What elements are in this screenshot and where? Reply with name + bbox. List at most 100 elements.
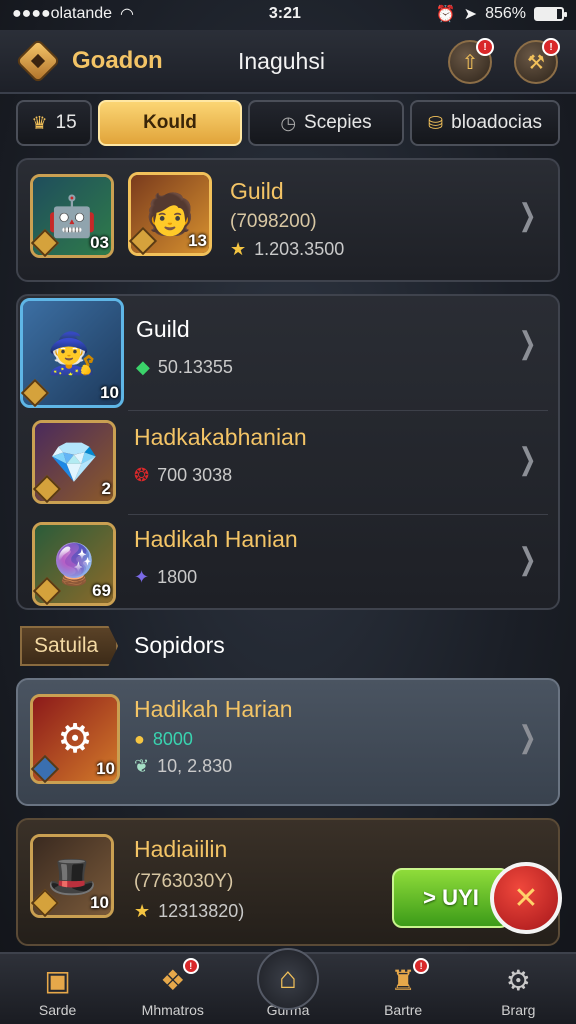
item-value: ✦ 1800	[134, 567, 298, 588]
star-icon: ★	[134, 901, 151, 921]
notification-badge: !	[413, 958, 430, 974]
star-icon: ★	[230, 239, 247, 259]
item-subtitle: (7763030Y)	[134, 871, 234, 892]
status-bar: ●●●●olatande ◠ 3:21 ⏰ ➤ 856%	[0, 0, 576, 28]
tab-bloadocias[interactable]: ⛁ bloadocias	[410, 100, 560, 146]
app-name: Goadon	[72, 47, 163, 74]
nav-item-brarg[interactable]: ⚙ Brarg	[463, 962, 573, 1019]
section-title: Sopidors	[134, 632, 225, 658]
tab-label: bloadocias	[451, 112, 542, 133]
coin-icon: ●	[134, 729, 145, 749]
tab-scepies[interactable]: ◷ Scepies	[248, 100, 404, 146]
nav-item-gurma[interactable]: ⌂ Gurma	[233, 948, 343, 1018]
leaf-icon: ❦	[134, 756, 150, 776]
notification-badge: !	[476, 38, 494, 56]
nav-item-mhmatros[interactable]: ❖! Mhmatros	[118, 958, 228, 1018]
chevron-right-icon[interactable]: ❯	[519, 326, 537, 361]
list-item[interactable]: 🧙 10 Guild ◆ 50.13355 ❯	[18, 296, 558, 408]
hero-level: 03	[90, 233, 109, 252]
top-bar: Goadon Inaguhsi ⇧ ! ⚒ !	[0, 30, 576, 94]
tools-button[interactable]: ⚒ !	[514, 38, 560, 84]
chest-icon: ▣	[44, 964, 71, 996]
wizard-portrait: 🧙 10	[20, 298, 124, 408]
tab-bar: ♛ 15 Kould ◷ Scepies ⛁ bloadocias	[16, 100, 560, 148]
arrow-up-icon: ⇧	[461, 51, 479, 74]
gold-value: ● 8000	[134, 729, 293, 750]
item-value-text: 50.13355	[157, 357, 233, 377]
alarm-icon: ⏰	[435, 6, 456, 23]
item-portrait: 🔮 69	[32, 522, 116, 606]
item-portrait: 🎩 10	[30, 834, 114, 918]
tab-label: Scepies	[304, 112, 372, 133]
nav-label: Mhmatros	[141, 1002, 204, 1018]
item-portrait: 💎 2	[32, 420, 116, 504]
tab-label: 15	[55, 112, 77, 133]
battery-icon	[533, 7, 567, 21]
item-level: 10	[96, 759, 115, 778]
highlight-item-card[interactable]: ⚙ 10 Hadikah Harian ● 8000 ❦ 10, 2.830 ❯	[16, 678, 560, 806]
tools-icon: ⚒	[527, 51, 545, 74]
list-item[interactable]: 💎 2 Hadkakabhanian ❂ 700 3038 ❯	[18, 412, 558, 512]
divider	[128, 410, 548, 411]
item-value: ◆ 50.13355	[136, 357, 233, 378]
bottom-nav: ▣ Sarde ❖! Mhmatros ⌂ Gurma ♜! Bartre ⚙ …	[0, 948, 576, 1024]
item-value-text: 700 3038	[157, 465, 233, 485]
item-title: Guild	[136, 316, 190, 342]
nav-label: Bartre	[384, 1002, 423, 1018]
chevron-right-icon[interactable]: ❯	[519, 442, 537, 477]
crown-icon: ♛	[31, 112, 48, 133]
page-title: Inaguhsi	[238, 47, 325, 74]
item-value-text: 1800	[157, 567, 198, 587]
back-diamond-icon[interactable]	[16, 39, 60, 83]
item-level: 10	[100, 383, 119, 402]
item-value: ❦ 10, 2.830	[134, 756, 293, 777]
gear-icon: ⚙	[505, 964, 531, 996]
guild-value-text: 1.203.3500	[254, 239, 345, 259]
tab-kould[interactable]: Kould	[98, 100, 242, 146]
castle-icon: ♜!	[383, 958, 430, 998]
scroll-icon: ❖!	[153, 958, 199, 998]
hero-portrait[interactable]: 🧑 13	[128, 172, 212, 256]
item-level: 2	[101, 479, 111, 498]
tab-label: Kould	[143, 112, 197, 133]
nav-label: Sarde	[38, 1002, 77, 1018]
tab-crown[interactable]: ♛ 15	[16, 100, 92, 146]
close-seal-icon[interactable]: ✕	[490, 862, 562, 934]
nav-item-sarde[interactable]: ▣ Sarde	[3, 962, 113, 1019]
guild-value: ★ 1.203.3500	[230, 239, 344, 260]
star-gem-icon: ✦	[134, 567, 150, 587]
coins-icon: ⛁	[428, 112, 444, 133]
guild-title: Guild	[230, 178, 284, 204]
item-value: ❂ 700 3038	[134, 465, 307, 486]
location-icon: ➤	[463, 6, 478, 23]
battery-percent: 856%	[485, 5, 526, 22]
item-level: 10	[90, 893, 109, 912]
item-title: Hadikah Harian	[134, 696, 293, 722]
item-value-text: 12313820)	[158, 901, 245, 921]
guild-card[interactable]: 🤖 03 🧑 13 Guild (7098200) ★ 1.203.3500 ❯	[16, 158, 560, 282]
hero-portrait[interactable]: 🤖 03	[30, 174, 114, 258]
chevron-right-icon[interactable]: ❯	[519, 542, 537, 577]
item-level: 69	[92, 581, 111, 600]
section-tag: Satuila	[20, 626, 119, 666]
ruby-icon: ❂	[134, 465, 150, 485]
hero-level: 13	[188, 231, 207, 250]
nav-item-bartre[interactable]: ♜! Bartre	[348, 958, 458, 1018]
item-title: Hadikah Hanian	[134, 526, 298, 552]
carrier-label: ●●●●olatande	[12, 5, 113, 22]
list-item[interactable]: 🔮 69 Hadikah Hanian ✦ 1800 ❯	[18, 516, 558, 612]
gem-icon: ◆	[136, 357, 150, 377]
guild-subtitle: (7098200)	[230, 211, 317, 232]
upgrade-button[interactable]: ⇧ !	[448, 38, 494, 84]
item-title: Hadiaiilin	[134, 836, 228, 862]
item-value-text: 10, 2.830	[157, 756, 233, 776]
home-icon: ⌂	[256, 948, 319, 1010]
chevron-right-icon[interactable]: ❯	[519, 720, 537, 755]
chevron-right-icon[interactable]: ❯	[519, 198, 537, 233]
nav-label: Brarg	[501, 1002, 536, 1018]
gold-value-text: 8000	[152, 729, 193, 749]
notification-badge: !	[542, 38, 560, 56]
resource-list-card: 🧙 10 Guild ◆ 50.13355 ❯ 💎 2 Hadkakabhani…	[16, 294, 560, 610]
item-title: Hadkakabhanian	[134, 424, 307, 450]
clock-icon: ◷	[280, 112, 297, 133]
